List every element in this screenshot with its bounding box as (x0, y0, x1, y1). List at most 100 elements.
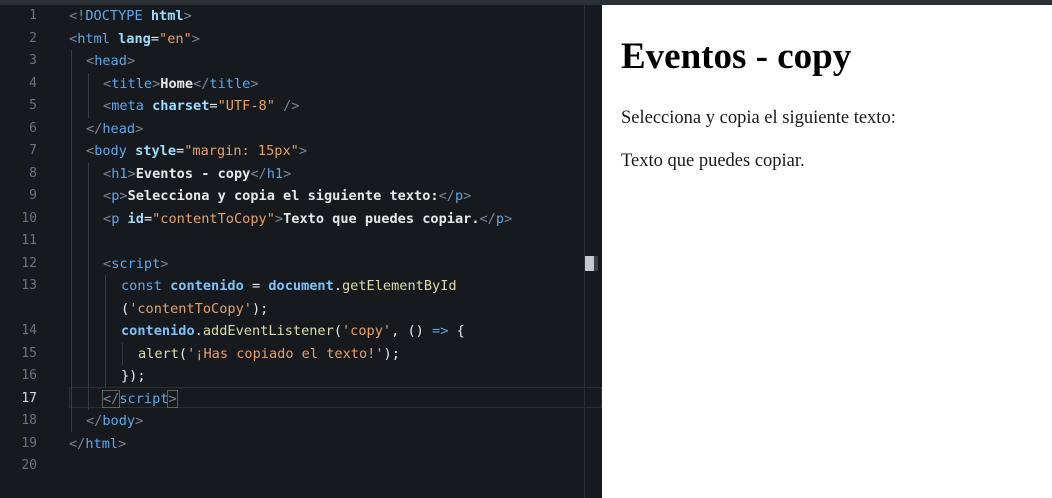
token: > (250, 75, 259, 92)
line-number: 3 (29, 53, 37, 68)
token: "en" (159, 30, 192, 47)
code-line-6: </head> (86, 118, 143, 141)
token: < (86, 143, 95, 159)
token: head (102, 120, 136, 137)
token: charset (143, 98, 210, 114)
token: const (121, 278, 162, 294)
token: }); (121, 368, 146, 384)
token: html (142, 8, 184, 24)
token: </ (438, 188, 455, 204)
token: addEventListener (202, 323, 334, 339)
token: </ (193, 75, 210, 92)
token: > (463, 188, 472, 204)
token: getElementById (342, 278, 457, 294)
code-line-12: <script> (103, 253, 168, 276)
code-line-16: }); (121, 365, 146, 388)
token: body (102, 413, 136, 429)
instruction-paragraph: Selecciona y copia el siguiente texto: (621, 108, 896, 128)
token: > (283, 165, 292, 182)
indent-guide (105, 275, 106, 387)
token: < (69, 30, 78, 47)
token: 'contentToCopy' (129, 300, 252, 317)
token: </ (86, 120, 103, 137)
token: </ (250, 165, 267, 182)
indent-guide (122, 342, 123, 365)
token: > (127, 165, 136, 182)
code-editor[interactable]: 1 2 3 4 5 6 7 8 9 10 11 12 13 14 15 16 1… (0, 5, 602, 498)
token: > (118, 435, 127, 452)
line-number: 2 (29, 30, 37, 46)
token: style (126, 143, 177, 159)
token: 'copy' (342, 323, 392, 339)
token: = (243, 278, 269, 294)
line-number: 10 (21, 210, 37, 226)
line-number: 6 (29, 120, 37, 136)
line-number: 11 (21, 233, 37, 248)
token: h1 (111, 165, 128, 182)
token: ); (251, 300, 269, 317)
token: meta (111, 98, 144, 114)
token: ( (333, 323, 342, 339)
token: < (103, 255, 112, 272)
token: Selecciona y copia el siguiente texto: (127, 188, 439, 204)
token: , () (391, 323, 433, 339)
code-line-18: </body> (86, 410, 143, 433)
code-line-19: </html> (69, 433, 126, 456)
scrollbar-thumb[interactable] (585, 256, 602, 271)
line-number: 1 (29, 8, 37, 23)
token: ( (178, 345, 188, 362)
token: < (86, 53, 95, 69)
line-number: 16 (21, 368, 37, 383)
code-line-4: <title>Home</title> (103, 73, 259, 96)
code-line-13: const contenido = document.getElementByI… (121, 275, 457, 298)
token: p (495, 210, 505, 227)
content-to-copy[interactable]: Texto que puedes copiar. (621, 151, 805, 172)
token: script (111, 255, 161, 272)
token: html (77, 30, 110, 47)
token: < (103, 188, 112, 204)
indent-guide (88, 162, 89, 410)
token: > (274, 210, 284, 227)
line-number: 13 (21, 278, 37, 293)
token: </ (479, 210, 496, 227)
line-number: 4 (29, 75, 37, 91)
token: title (111, 75, 153, 92)
token: body (94, 143, 127, 159)
line-number: 14 (21, 323, 37, 338)
minimap-divider (584, 5, 585, 498)
token: > (298, 143, 307, 159)
token: p (454, 188, 464, 204)
token: document (268, 278, 334, 294)
line-number: 20 (21, 458, 37, 473)
browser-preview: Eventos - copy Selecciona y copia el sig… (602, 5, 1052, 498)
token: '¡Has copiado el texto!' (187, 345, 384, 362)
token: ); (383, 345, 400, 362)
token: lang (109, 30, 151, 47)
token: => (432, 323, 449, 339)
token: < (103, 98, 112, 114)
token: < (103, 165, 112, 182)
token: html (85, 435, 119, 452)
code-line-9: <p>Selecciona y copia el siguiente texto… (103, 185, 471, 208)
line-number: 18 (21, 413, 37, 428)
line-number-gutter: 1 2 3 4 5 6 7 8 9 10 11 12 13 14 15 16 1… (0, 5, 55, 498)
token: contenido (161, 278, 244, 294)
code-line-3: <head> (86, 50, 135, 73)
line-number: 15 (21, 345, 37, 361)
token: . (333, 278, 342, 294)
token: "UTF-8" (217, 98, 275, 114)
token: = (150, 30, 160, 47)
code-line-15: alert('¡Has copiado el texto!'); (138, 343, 400, 366)
token: = (176, 143, 185, 159)
token: Eventos - copy (135, 165, 251, 182)
token: "margin: 15px" (184, 143, 299, 159)
code-area[interactable]: <!DOCTYPE html> <html lang="en"> <head> … (69, 5, 602, 498)
token: > (119, 188, 128, 204)
line-number-active: 17 (21, 390, 37, 406)
token: > (160, 255, 169, 272)
indent-guide (88, 72, 89, 118)
token: alert (138, 345, 179, 362)
code-line-17: </script> (101, 388, 178, 411)
token: = (209, 98, 218, 114)
scrollbar-thumb-shadow (594, 256, 598, 271)
